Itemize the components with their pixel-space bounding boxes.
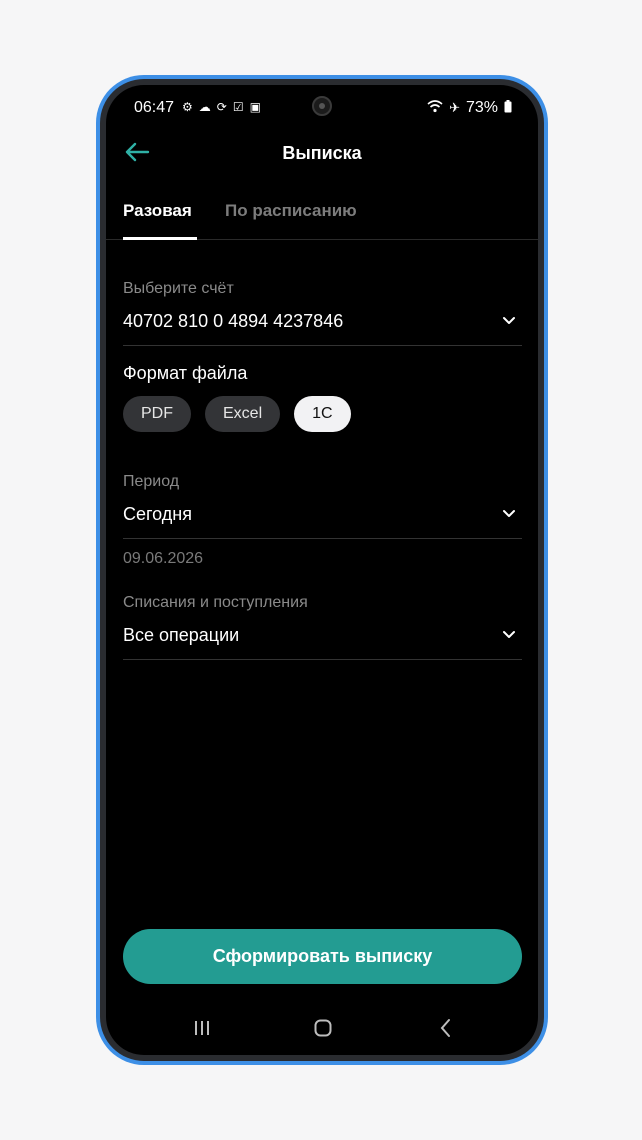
divider [123, 659, 522, 660]
tab-one-time[interactable]: Разовая [123, 201, 192, 221]
system-nav-bar [106, 1005, 538, 1055]
battery-percent: 73% [465, 99, 498, 116]
battery-icon [504, 100, 512, 116]
chevron-down-icon [503, 631, 515, 638]
account-label: Выберите счёт [123, 280, 234, 297]
period-label: Период [123, 473, 180, 490]
status-bar: 06:47 ⚙ ☁ ⟳ ☑ ▣ ✈ 73% [106, 85, 538, 131]
home-button[interactable] [313, 1018, 333, 1043]
status-time: 06:47 [134, 99, 175, 116]
recent-apps-icon [195, 1021, 209, 1035]
period-value: Сегодня [123, 504, 192, 524]
tab-bar: Разовая По расписанию [106, 193, 538, 240]
status-right-icons: ✈ 73% [427, 99, 512, 117]
file-format-title: Формат файла [123, 363, 248, 383]
airplane-icon: ✈ [449, 100, 460, 115]
sync-icon: ⟳ [216, 100, 227, 114]
format-1c-chip[interactable]: 1C [294, 396, 351, 432]
nav-back-icon [440, 1019, 450, 1037]
divider [123, 345, 522, 346]
status-left-icons: ⚙ ☁ ⟳ ☑ ▣ [182, 100, 261, 114]
settings-icon: ⚙ [182, 100, 193, 114]
chevron-down-icon [503, 317, 515, 324]
format-pdf-chip[interactable]: PDF [123, 396, 191, 432]
chevron-down-icon [503, 510, 515, 517]
tab-scheduled[interactable]: По расписанию [225, 201, 357, 221]
home-icon [314, 1019, 332, 1037]
period-date: 09.06.2026 [123, 550, 204, 567]
operations-label: Списания и поступления [123, 594, 308, 611]
divider [123, 538, 522, 539]
format-excel-chip[interactable]: Excel [205, 396, 281, 432]
recent-apps-button[interactable] [192, 1018, 212, 1043]
page-title: Выписка [282, 143, 362, 163]
screen: 06:47 ⚙ ☁ ⟳ ☑ ▣ ✈ 73% Выписка Разовая По [106, 85, 538, 1055]
operations-value: Все операции [123, 625, 240, 645]
active-tab-indicator [123, 237, 197, 240]
front-camera [312, 96, 332, 116]
back-nav-button[interactable] [436, 1018, 456, 1043]
cloud-icon: ☁ [198, 100, 211, 114]
account-value: 40702 810 0 4894 4237846 [123, 311, 344, 331]
generate-statement-button[interactable]: Сформировать выписку [123, 929, 522, 984]
wifi-icon [427, 100, 443, 116]
file-format-options: PDF Excel 1C [123, 396, 351, 432]
gallery-icon: ▣ [249, 100, 261, 114]
checkbox-icon: ☑ [232, 100, 244, 114]
